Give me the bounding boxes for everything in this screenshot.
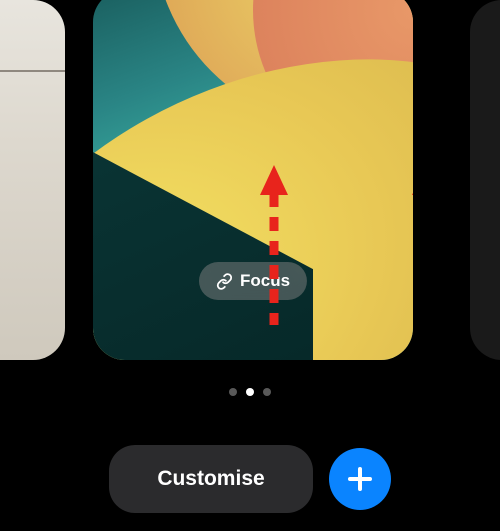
plus-icon — [345, 464, 375, 494]
page-dot — [263, 388, 271, 396]
page-indicator — [0, 388, 500, 396]
add-wallpaper-button[interactable] — [329, 448, 391, 510]
annotation-arrow-left — [267, 165, 281, 325]
customise-button[interactable]: Customise — [109, 445, 312, 513]
wallpaper-card-current[interactable]: Focus — [93, 0, 413, 360]
page-dot — [229, 388, 237, 396]
wallpaper-card-next[interactable] — [470, 0, 500, 360]
page-dot-active — [246, 388, 254, 396]
wallpaper-card-prev[interactable] — [0, 0, 65, 360]
focus-pill-label: Focus — [240, 271, 290, 291]
link-icon — [216, 273, 233, 290]
bottom-toolbar: Customise — [0, 445, 500, 513]
wallpaper-carousel[interactable]: Focus — [0, 0, 500, 390]
focus-link-pill[interactable]: Focus — [199, 262, 307, 300]
